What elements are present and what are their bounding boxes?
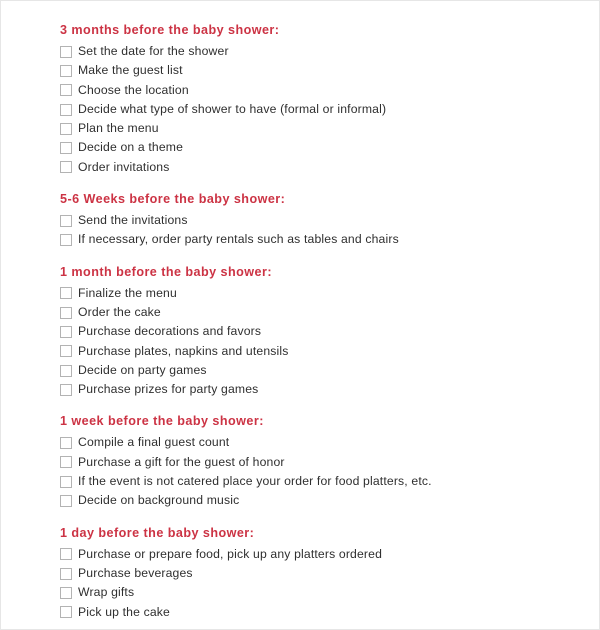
section-heading: 1 week before the baby shower: [60,414,264,429]
checklist-item[interactable]: Purchase a gift for the guest of honor [60,453,589,472]
checklist-section: 5-6 Weeks before the baby shower: Send th… [60,191,589,250]
checklist-item-label: Purchase plates, napkins and utensils [78,343,289,358]
checklist-item[interactable]: Make the guest list [60,61,589,80]
checklist-section: 1 month before the baby shower: Finalize … [60,264,589,400]
checkbox-icon[interactable] [60,383,72,396]
checkbox-icon[interactable] [60,437,72,450]
checkbox-icon[interactable] [60,325,72,338]
checklist-page: 3 months before the baby shower: Set the … [0,0,600,630]
checkbox-icon[interactable] [60,45,72,58]
checklist-section: 3 months before the baby shower: Set the … [60,22,589,177]
checklist-item[interactable]: Plan the menu [60,119,589,138]
checklist-item-label: Purchase decorations and favors [78,324,262,339]
checkbox-icon[interactable] [60,287,72,300]
checkbox-icon[interactable] [60,122,72,135]
checkbox-icon[interactable] [60,84,72,97]
checkbox-icon[interactable] [60,234,72,247]
checklist-item[interactable]: Purchase decorations and favors [60,322,589,341]
checklist-items: Purchase or prepare food, pick up any pl… [60,545,589,622]
checklist-item[interactable]: Order the cake [60,303,589,322]
checklist-item[interactable]: Finalize the menu [60,284,589,303]
checklist-items: Send the invitations If necessary, order … [60,211,589,250]
checklist-item-label: Pick up the cake [78,604,170,619]
checklist-item-label: Wrap gifts [78,585,135,600]
checklist-item[interactable]: Decide what type of shower to have (form… [60,100,589,119]
checklist-item-label: If necessary, order party rentals such a… [78,232,399,247]
checkbox-icon[interactable] [60,364,72,377]
checkbox-icon[interactable] [60,306,72,319]
checklist-items: Finalize the menu Order the cake Purchase … [60,284,589,400]
checkbox-icon[interactable] [60,606,72,619]
checkbox-icon[interactable] [60,345,72,358]
checklist-item[interactable]: Purchase beverages [60,564,589,583]
checklist-item-label: Decide what type of shower to have (form… [78,101,387,116]
checklist-item[interactable]: Purchase plates, napkins and utensils [60,342,589,361]
checklist-item-label: Send the invitations [78,213,188,228]
checklist-item-label: Purchase beverages [78,565,193,580]
checklist-item-label: Decide on background music [78,493,240,508]
checklist-item-label: Decide on a theme [78,140,184,155]
checklist-item-label: Purchase prizes for party games [78,382,259,397]
checkbox-icon[interactable] [60,456,72,469]
checklist-item-label: Decide on party games [78,362,207,377]
checklist-item[interactable]: Set the date for the shower [60,42,589,61]
checklist-item-label: Plan the menu [78,121,159,136]
checklist-item-label: Finalize the menu [78,285,177,300]
checklist-item-label: Compile a final guest count [78,435,230,450]
checklist-item[interactable]: Purchase prizes for party games [60,380,589,399]
checklist-item[interactable]: Compile a final guest count [60,433,589,452]
checklist-item[interactable]: If necessary, order party rentals such a… [60,230,589,249]
checklist-items: Compile a final guest count Purchase a gi… [60,433,589,510]
checkbox-icon[interactable] [60,548,72,561]
section-heading: 1 month before the baby shower: [60,264,272,279]
checklist-items: Set the date for the shower Make the gues… [60,42,589,177]
section-heading: 3 months before the baby shower: [60,23,280,37]
checklist-section: 1 week before the baby shower: Compile a … [60,413,589,510]
checkbox-icon[interactable] [60,475,72,488]
checklist-item-label: Choose the location [78,82,189,97]
checklist-item[interactable]: Order invitations [60,158,589,177]
checkbox-icon[interactable] [60,103,72,116]
checklist-item[interactable]: Choose the location [60,81,589,100]
checklist-item-label: Purchase a gift for the guest of honor [78,454,285,469]
checkbox-icon[interactable] [60,161,72,174]
checklist-item[interactable]: Pick up the cake [60,603,589,622]
checklist-item[interactable]: Purchase or prepare food, pick up any pl… [60,545,589,564]
checkbox-icon[interactable] [60,586,72,599]
checkbox-icon[interactable] [60,64,72,77]
checklist-body: 3 months before the baby shower: Set the … [60,22,589,622]
checkbox-icon[interactable] [60,214,72,227]
checklist-item[interactable]: Decide on a theme [60,138,589,157]
checklist-item-label: Order invitations [78,159,170,174]
checklist-item-label: Purchase or prepare food, pick up any pl… [78,546,383,561]
checklist-item-label: Make the guest list [78,63,183,78]
checklist-item[interactable]: Decide on background music [60,491,589,510]
checklist-item[interactable]: Decide on party games [60,361,589,380]
checklist-item-label: If the event is not catered place your o… [78,474,432,489]
checklist-item[interactable]: Send the invitations [60,211,589,230]
checklist-section: 1 day before the baby shower: Purchase or… [60,525,589,622]
checklist-item-label: Order the cake [78,304,161,319]
checklist-item[interactable]: If the event is not catered place your o… [60,472,589,491]
checkbox-icon[interactable] [60,567,72,580]
section-heading: 1 day before the baby shower: [60,525,255,540]
checklist-item[interactable]: Wrap gifts [60,583,589,602]
section-heading: 5-6 Weeks before the baby shower: [60,192,286,207]
checkbox-icon[interactable] [60,142,72,155]
checkbox-icon[interactable] [60,494,72,507]
checklist-item-label: Set the date for the shower [78,44,229,58]
